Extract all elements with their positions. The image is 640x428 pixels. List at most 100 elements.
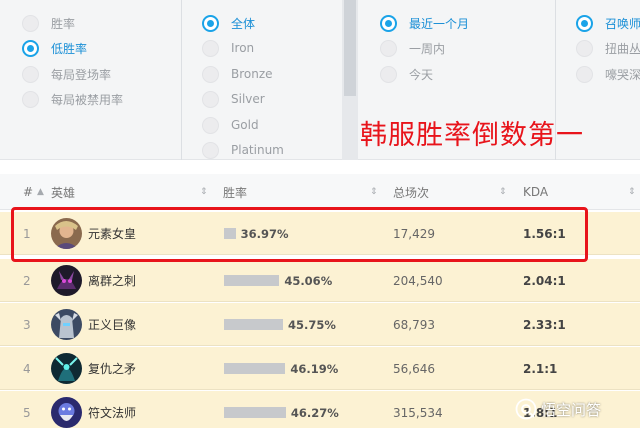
radio-label: 低胜率	[51, 41, 88, 56]
radio-button[interactable]	[202, 65, 219, 83]
champion-galio-portrait-icon[interactable]	[51, 309, 82, 340]
radio-label: 今天	[409, 67, 434, 82]
watermark: 悟空问答	[515, 396, 601, 422]
radio-label: 一周内	[409, 41, 446, 56]
radio-option-week[interactable]: 一周内	[380, 38, 445, 58]
radio-button[interactable]	[22, 90, 39, 108]
winrate-bar	[224, 407, 286, 418]
radio-label: 胜率	[51, 16, 76, 31]
radio-option-platinum[interactable]: Platinum	[202, 140, 284, 160]
sort-arrows-icon[interactable]: ⇕	[499, 174, 507, 210]
radio-label: Gold	[231, 118, 259, 132]
radio-button[interactable]	[202, 90, 219, 108]
champion-name-link[interactable]: 复仇之矛	[88, 347, 136, 390]
radio-button[interactable]	[22, 14, 39, 32]
radio-button[interactable]	[202, 141, 219, 159]
radio-label: 扭曲丛	[605, 41, 640, 56]
radio-option-iron[interactable]: Iron	[202, 38, 254, 58]
radio-button[interactable]	[576, 39, 593, 57]
row-games: 68,793	[393, 317, 435, 332]
winrate-bar	[224, 275, 280, 286]
row-winrate: 45.06%	[284, 273, 333, 288]
radio-label: 召唤师	[605, 16, 640, 31]
sort-arrows-icon[interactable]: ▲︎	[37, 174, 44, 210]
row-games: 56,646	[393, 361, 435, 376]
radio-option-winrate[interactable]: 胜率	[22, 13, 75, 33]
radio-label: Bronze	[231, 67, 273, 81]
winrate-bar-track	[224, 407, 286, 418]
sort-arrows-icon[interactable]: ⇕	[628, 174, 636, 210]
row-winrate: 45.75%	[288, 317, 336, 332]
header-rank[interactable]: #	[23, 174, 33, 210]
champion-name-link[interactable]: 正义巨像	[88, 303, 136, 346]
radio-label: Silver	[231, 92, 265, 106]
radio-option-low-winrate[interactable]: 低胜率	[22, 38, 87, 58]
sort-arrows-icon[interactable]: ⇕	[200, 174, 208, 210]
stat-type-filter: 胜率 低胜率 每局登场率 每局被禁用率	[0, 0, 181, 160]
sort-arrows-icon[interactable]: ⇕	[370, 174, 378, 210]
header-kda[interactable]: KDA	[523, 174, 548, 210]
header-winrate[interactable]: 胜率	[223, 174, 247, 210]
radio-option-twisted-treeline[interactable]: 扭曲丛	[576, 38, 640, 58]
radio-label: 每局登场率	[51, 67, 112, 82]
radio-label: 嚎哭深	[605, 67, 640, 82]
row-rank: 5	[23, 405, 31, 420]
radio-button[interactable]	[202, 39, 219, 57]
row-winrate: 46.27%	[290, 405, 339, 420]
radio-button[interactable]	[576, 65, 593, 83]
radio-option-silver[interactable]: Silver	[202, 89, 265, 109]
radio-button[interactable]	[380, 39, 397, 57]
row-winrate: 46.19%	[290, 361, 339, 376]
row-kda: 2.33:1	[523, 317, 566, 332]
row-kda: 2.1:1	[523, 361, 558, 376]
winrate-bar	[224, 363, 286, 374]
header-games[interactable]: 总场次	[393, 174, 429, 210]
radio-option-gold[interactable]: Gold	[202, 115, 259, 135]
table-row[interactable]: 4 复仇之矛 46.19% 56,646 2.1:1	[0, 347, 640, 390]
row-rank: 3	[23, 317, 31, 332]
radio-option-howling-abyss[interactable]: 嚎哭深	[576, 64, 640, 84]
radio-button[interactable]	[202, 116, 219, 134]
radio-label: 最近一个月	[409, 16, 470, 31]
radio-option-last-month[interactable]: 最近一个月	[380, 13, 469, 33]
wukong-logo-icon	[515, 398, 537, 420]
radio-label: 每局被禁用率	[51, 92, 124, 107]
radio-button[interactable]	[22, 65, 39, 83]
radio-option-ban-rate[interactable]: 每局被禁用率	[22, 89, 123, 109]
radio-button-selected[interactable]	[576, 14, 593, 32]
radio-label: 全体	[231, 16, 256, 31]
champion-name-link[interactable]: 离群之刺	[88, 259, 136, 302]
filter-panel: 胜率 低胜率 每局登场率 每局被禁用率 全体 Iron Bronze Silve…	[0, 0, 640, 160]
tier-filter: 全体 Iron Bronze Silver Gold Platinum	[182, 0, 340, 160]
radio-button-selected[interactable]	[380, 14, 397, 32]
radio-option-today[interactable]: 今天	[380, 64, 433, 84]
watermark-text: 悟空问答	[541, 400, 602, 419]
winrate-bar	[224, 319, 284, 330]
red-annotation-text: 韩服胜率倒数第一	[360, 120, 584, 151]
radio-option-all[interactable]: 全体	[202, 13, 255, 33]
row-kda: 2.04:1	[523, 273, 566, 288]
winrate-bar-track	[224, 319, 284, 330]
table-row[interactable]: 2 离群之刺 45.06% 204,540 2.04:1	[0, 259, 640, 302]
winrate-bar-track	[224, 363, 286, 374]
scrollbar-thumb[interactable]	[344, 0, 356, 96]
champion-kalista-portrait-icon[interactable]	[51, 353, 82, 384]
table-header: # ▲︎ 英雄 ⇕ 胜率 ⇕ 总场次 ⇕ KDA ⇕	[0, 174, 640, 210]
row-rank: 2	[23, 273, 31, 288]
radio-option-summoners-rift[interactable]: 召唤师	[576, 13, 640, 33]
table-row[interactable]: 3 正义巨像 45.75% 68,793 2.33:1	[0, 303, 640, 346]
header-champion[interactable]: 英雄	[51, 174, 75, 210]
champion-ryze-portrait-icon[interactable]	[51, 397, 82, 428]
radio-option-pick-rate[interactable]: 每局登场率	[22, 64, 111, 84]
row-rank: 4	[23, 361, 31, 376]
champion-name-link[interactable]: 符文法师	[88, 391, 136, 428]
radio-label: Iron	[231, 41, 255, 55]
radio-button[interactable]	[380, 65, 397, 83]
champion-khazix-portrait-icon[interactable]	[51, 265, 82, 296]
radio-option-bronze[interactable]: Bronze	[202, 64, 273, 84]
radio-button-selected[interactable]	[202, 14, 219, 32]
winrate-bar-track	[224, 275, 280, 286]
radio-button-selected[interactable]	[22, 39, 39, 57]
row-games: 315,534	[393, 405, 443, 420]
row-games: 204,540	[393, 273, 443, 288]
